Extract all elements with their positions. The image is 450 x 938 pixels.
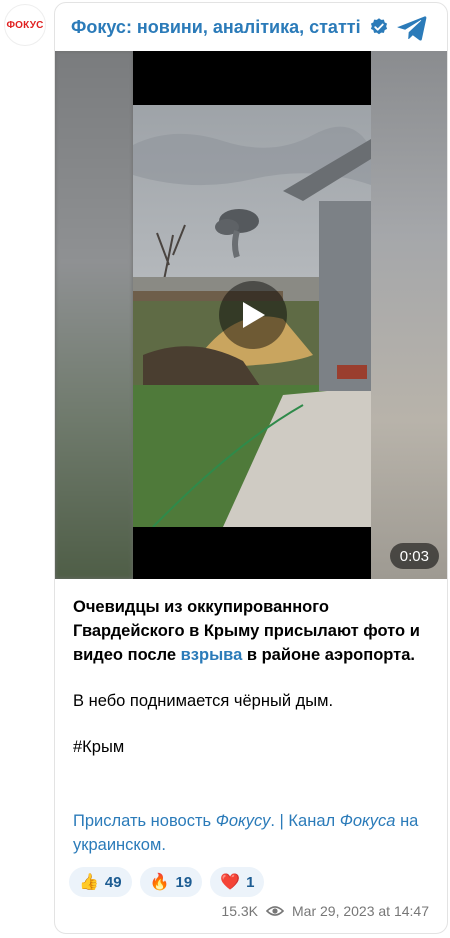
video-player[interactable]: 0:03 [55,51,447,579]
reaction-heart[interactable]: ❤️ 1 [210,867,265,897]
view-count: 15.3K [221,903,258,919]
post-text: Очевидцы из оккупированного Гвардейского… [73,595,435,759]
post-meta: 15.3K Mar 29, 2023 at 14:47 [221,903,429,919]
telegram-plane-icon[interactable] [397,15,427,41]
reaction-thumbs-up[interactable]: 👍 49 [69,867,132,897]
heart-icon: ❤️ [220,874,241,891]
post-paragraph-2: В небо поднимается чёрный дым. [73,692,334,710]
reaction-count: 1 [246,873,255,891]
video-blur-right [371,51,447,579]
eye-icon [266,906,284,916]
reactions-bar: 👍 49 🔥 19 ❤️ 1 [69,867,265,897]
hashtag[interactable]: #Крым [73,735,435,759]
play-icon [243,302,265,328]
reaction-count: 19 [175,873,193,891]
fire-icon: 🔥 [149,874,170,891]
play-button[interactable] [219,281,287,349]
post-paragraph-1: Очевидцы из оккупированного Гвардейского… [73,598,420,664]
explosion-link[interactable]: взрыва [181,646,243,664]
video-blur-left [55,51,133,579]
send-news-link[interactable]: Прислать новость Фокусу [73,812,270,830]
channel-logo[interactable]: ФОКУС [4,4,46,46]
reaction-fire[interactable]: 🔥 19 [139,867,203,897]
logo-text: ФОКУС [6,19,44,31]
post-date[interactable]: Mar 29, 2023 at 14:47 [292,903,429,919]
thumbs-up-icon: 👍 [79,874,99,891]
reaction-count: 49 [104,873,122,891]
footer-links: Прислать новость Фокусу. | Канал Фокуса … [73,812,419,854]
verified-badge-icon [370,18,387,35]
video-duration: 0:03 [389,543,439,569]
post-header: Фокус: новини, аналітика, статті [55,3,447,51]
post-card: Фокус: новини, аналітика, статті 0:03 Оч… [54,2,448,934]
channel-title[interactable]: Фокус: новини, аналітика, статті [71,17,361,38]
